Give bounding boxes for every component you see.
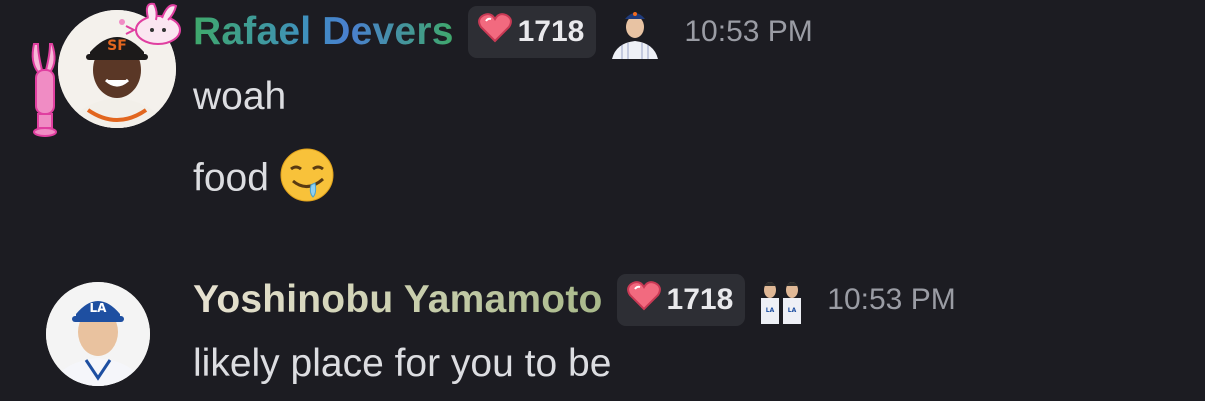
- bunny-icon: [28, 40, 68, 140]
- message-yoshinobu-yamamoto: LA Yoshinobu Yamamoto 1718 LA LA 10:53 P…: [0, 260, 1205, 401]
- message-line: likely place for you to be: [193, 342, 612, 385]
- avatar-rafael-devers[interactable]: SF: [28, 0, 181, 140]
- timestamp: 10:53 PM: [684, 15, 813, 48]
- message-rafael-devers: SF Rafael Devers 1718 10:53 PM woah food: [0, 0, 1205, 202]
- message-line: food: [193, 147, 335, 213]
- heart-badge[interactable]: 1718: [467, 6, 597, 58]
- badge-count: 1718: [517, 15, 585, 48]
- avatar-yoshinobu-yamamoto[interactable]: LA: [46, 282, 150, 386]
- username[interactable]: Yoshinobu Yamamoto: [193, 278, 603, 322]
- svg-text:LA: LA: [90, 301, 108, 315]
- heart-badge[interactable]: 1718: [616, 274, 746, 326]
- duo-player-tag-icon[interactable]: LA LA: [757, 276, 806, 324]
- heart-icon: [477, 13, 512, 51]
- username[interactable]: Rafael Devers: [193, 10, 454, 54]
- message-header: Yoshinobu Yamamoto 1718 LA LA 10:53 PM: [193, 272, 956, 328]
- message-line: woah: [193, 75, 287, 118]
- svg-text:LA: LA: [788, 307, 797, 314]
- drooling-face-icon: [279, 147, 335, 213]
- player-tag-icon[interactable]: [608, 5, 663, 59]
- message-header: Rafael Devers 1718 10:53 PM: [193, 4, 813, 60]
- svg-text:LA: LA: [766, 307, 775, 314]
- badge-count: 1718: [666, 283, 734, 316]
- timestamp: 10:53 PM: [827, 283, 956, 316]
- heart-icon: [626, 281, 661, 319]
- bunny-icon: [112, 0, 192, 50]
